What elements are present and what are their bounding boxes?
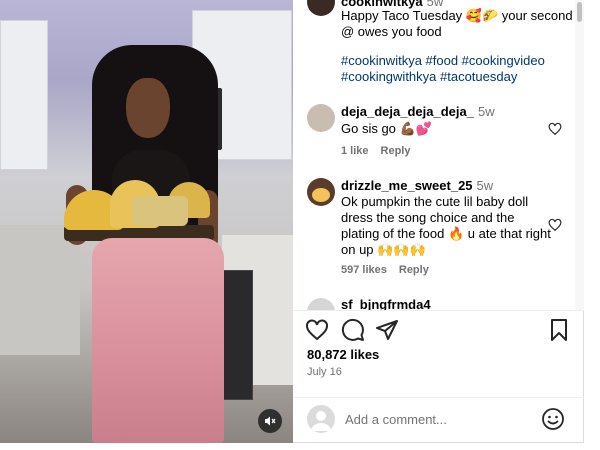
dress bbox=[92, 238, 224, 443]
comment-input[interactable] bbox=[345, 409, 525, 429]
face bbox=[126, 78, 170, 138]
comment-time: 5w bbox=[477, 104, 495, 119]
heart-icon[interactable] bbox=[548, 218, 562, 232]
comment-text: Go sis go 💪🏾💕 bbox=[341, 121, 432, 136]
likes-count[interactable]: 80,872 likes bbox=[307, 347, 379, 362]
kitchen-counter bbox=[0, 225, 80, 355]
upper-cabinet bbox=[0, 20, 48, 170]
instagram-post: cookinwitkya 5w Happy Taco Tuesday 🥰🌮 you… bbox=[0, 0, 584, 443]
post-video[interactable] bbox=[0, 0, 293, 443]
chips bbox=[132, 196, 188, 226]
comment-header: drizzle_me_sweet_25 5w bbox=[341, 178, 551, 194]
muted-speaker-icon bbox=[265, 416, 276, 426]
commenter-avatar[interactable] bbox=[307, 298, 335, 310]
heart-icon[interactable] bbox=[305, 318, 329, 342]
scrollbar-track[interactable] bbox=[575, 0, 584, 310]
caption-hashtags[interactable]: #cookinwitkya #food #cookingvideo #cooki… bbox=[341, 53, 573, 85]
caption-text: Happy Taco Tuesday 🥰🌮 your second @ owes… bbox=[341, 8, 573, 39]
commenter-avatar[interactable] bbox=[307, 178, 335, 206]
avatar-art bbox=[312, 188, 330, 202]
heart-icon[interactable] bbox=[548, 122, 562, 136]
default-avatar-icon bbox=[311, 411, 331, 431]
mute-button[interactable] bbox=[258, 409, 282, 433]
post-date[interactable]: July 16 bbox=[307, 366, 342, 378]
post-side-panel: cookinwitkya 5w Happy Taco Tuesday 🥰🌮 you… bbox=[293, 0, 584, 443]
scrollbar-thumb[interactable] bbox=[577, 2, 582, 22]
author-avatar[interactable] bbox=[307, 0, 335, 16]
comment-username[interactable]: deja_deja_deja_deja_ bbox=[341, 104, 474, 119]
reply-button[interactable]: Reply bbox=[381, 145, 411, 157]
current-user-avatar bbox=[307, 405, 335, 433]
paper-plane-icon[interactable] bbox=[375, 318, 399, 342]
comment-username[interactable]: drizzle_me_sweet_25 bbox=[341, 178, 473, 193]
bookmark-icon[interactable] bbox=[547, 318, 571, 342]
commenter-avatar[interactable] bbox=[307, 104, 335, 132]
action-bar bbox=[293, 314, 584, 346]
divider bbox=[293, 310, 584, 311]
comment-like-count[interactable]: 1 like bbox=[341, 145, 369, 157]
comment-time: 5w bbox=[476, 178, 494, 193]
comment-like-count[interactable]: 597 likes bbox=[341, 264, 387, 276]
comment-header: deja_deja_deja_deja_ 5w bbox=[341, 104, 551, 120]
reply-button[interactable]: Reply bbox=[399, 264, 429, 276]
comment-text: Ok pumpkin the cute lil baby doll dress … bbox=[341, 194, 551, 257]
comment-meta: 1 like Reply bbox=[341, 145, 423, 157]
comments-scroll-area[interactable]: cookinwitkya 5w Happy Taco Tuesday 🥰🌮 you… bbox=[293, 0, 584, 310]
add-comment-bar bbox=[293, 398, 584, 443]
comment-username[interactable]: sf_bjngfrmda4 bbox=[341, 297, 431, 310]
comment-icon[interactable] bbox=[341, 318, 365, 342]
smiley-icon[interactable] bbox=[541, 407, 565, 431]
comment-meta: 597 likes Reply bbox=[341, 264, 441, 276]
